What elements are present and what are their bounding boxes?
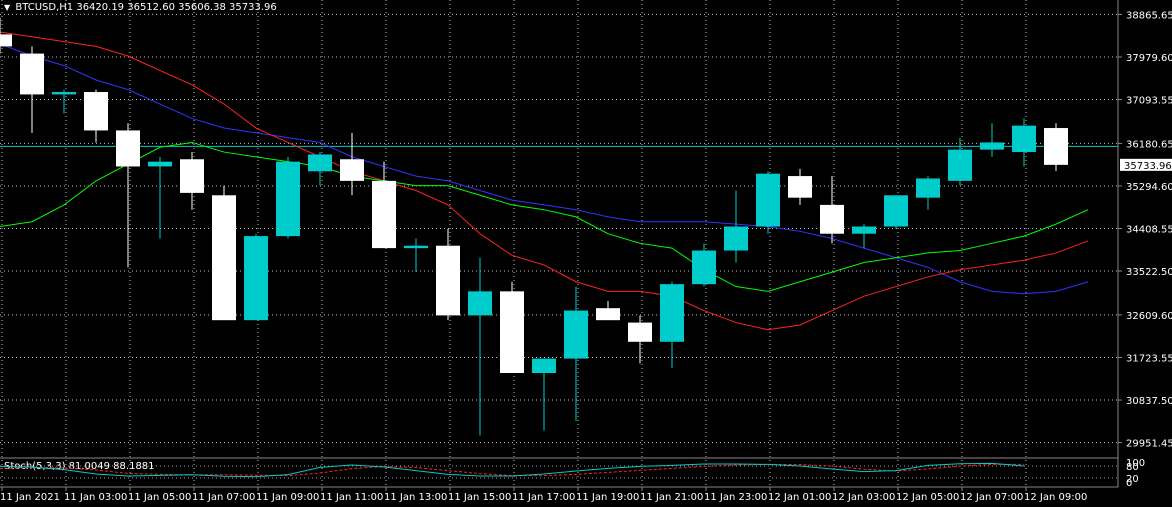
candle-body xyxy=(852,226,876,234)
candle-body xyxy=(372,180,396,249)
stoch-tick-label: 0 xyxy=(1126,478,1132,489)
candle-body xyxy=(468,291,492,316)
x-tick-label: 11 Jan 19:00 xyxy=(576,492,639,503)
candle-body xyxy=(884,195,908,227)
x-tick-label: 12 Jan 05:00 xyxy=(896,492,959,503)
candle-body xyxy=(980,142,1004,150)
y-tick-label: 37093.55 xyxy=(1126,96,1172,107)
y-tick-label: 31723.55 xyxy=(1126,353,1172,364)
candle-body xyxy=(436,245,460,316)
x-tick-label: 11 Jan 15:00 xyxy=(448,492,511,503)
candle-body xyxy=(276,161,300,237)
y-tick-label: 32609.60 xyxy=(1126,311,1172,322)
candle-body xyxy=(756,173,780,227)
y-tick-label: 36180.65 xyxy=(1126,139,1172,150)
candle-body xyxy=(212,195,236,321)
x-tick-label: 11 Jan 23:00 xyxy=(704,492,767,503)
price-chart[interactable]: 38865.65 37979.60 37093.55 36180.65 35294.60… xyxy=(0,0,1172,507)
y-tick-label: 37979.60 xyxy=(1126,53,1172,64)
y-tick-label: 35294.60 xyxy=(1126,182,1172,193)
x-tick-label: 11 Jan 03:00 xyxy=(64,492,127,503)
candle-body xyxy=(916,178,940,198)
candle-body xyxy=(148,161,172,167)
candle-body xyxy=(692,250,716,285)
x-tick-label: 11 Jan 21:00 xyxy=(640,492,703,503)
x-tick-label: 12 Jan 07:00 xyxy=(960,492,1023,503)
y-tick-label: 33522.50 xyxy=(1126,267,1172,278)
candle-body xyxy=(820,204,844,234)
candle-body xyxy=(660,284,684,342)
candle-body xyxy=(84,92,108,131)
x-tick-label: 11 Jan 13:00 xyxy=(384,492,447,503)
candle-body xyxy=(1012,125,1036,153)
ma-slow-line xyxy=(0,43,1089,295)
candle-body xyxy=(596,308,620,321)
x-tick-label: 12 Jan 09:00 xyxy=(1024,492,1087,503)
candle-body xyxy=(788,176,812,198)
candle-body xyxy=(308,154,332,172)
grid xyxy=(0,0,1119,488)
axes: 38865.65 37979.60 37093.55 36180.65 35294.60… xyxy=(0,10,1172,503)
y-tick-label: 38865.65 xyxy=(1126,10,1172,21)
candle-body xyxy=(404,245,428,249)
candle-body xyxy=(628,322,652,342)
candle-body xyxy=(20,53,44,95)
candle-body xyxy=(724,226,748,251)
x-tick-label: 11 Jan 07:00 xyxy=(192,492,255,503)
candles xyxy=(0,17,1068,436)
candle-body xyxy=(500,291,524,374)
y-tick-label: 29951.45 xyxy=(1126,439,1172,450)
candle-body xyxy=(244,236,268,321)
y-tick-label: 34408.55 xyxy=(1126,225,1172,236)
x-tick-label: 12 Jan 01:00 xyxy=(768,492,831,503)
candle-body xyxy=(180,159,204,193)
candle-body xyxy=(948,149,972,181)
candle-body xyxy=(0,34,12,47)
x-tick-label: 12 Jan 03:00 xyxy=(832,492,895,503)
candle-body xyxy=(116,130,140,167)
stoch-tick-label: 80 xyxy=(1126,462,1139,473)
x-tick-label: 11 Jan 05:00 xyxy=(128,492,191,503)
candle-body xyxy=(532,358,556,374)
candle-body xyxy=(340,159,364,181)
x-tick-label: 11 Jan 11:00 xyxy=(320,492,383,503)
y-tick-label: 30837.50 xyxy=(1126,396,1172,407)
current-price-label: 35733.96 xyxy=(1124,161,1172,172)
stochastic-panel xyxy=(0,462,1118,479)
candle-body xyxy=(564,310,588,359)
x-tick-label: 11 Jan 2021 xyxy=(0,492,60,503)
x-tick-label: 11 Jan 17:00 xyxy=(512,492,575,503)
candle-body xyxy=(1044,128,1068,165)
candle-body xyxy=(52,92,76,95)
x-tick-label: 11 Jan 09:00 xyxy=(256,492,319,503)
